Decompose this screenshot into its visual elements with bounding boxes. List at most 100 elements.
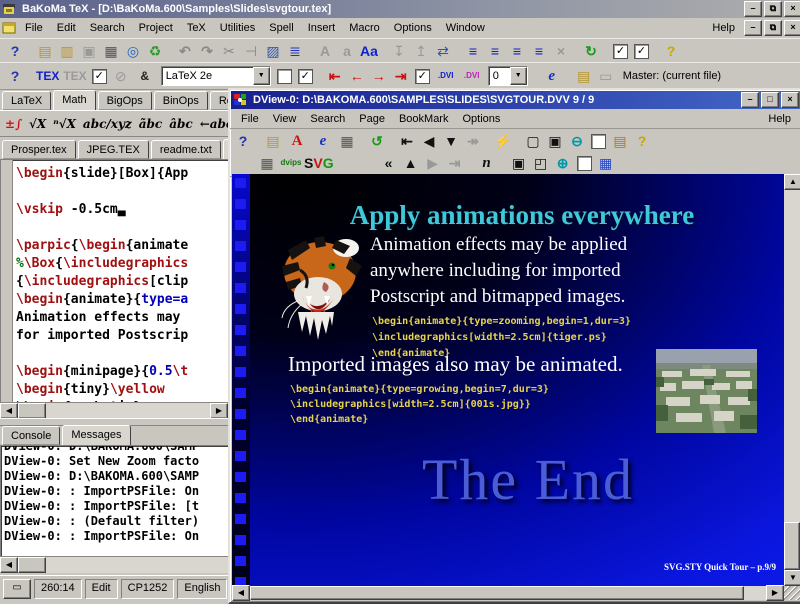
menu-help[interactable]: Help	[705, 20, 742, 36]
palette-bc-button[interactable]: ãbc	[139, 117, 162, 131]
browser-icon[interactable]: e	[539, 66, 565, 86]
open-file-icon[interactable]: ▤	[34, 41, 56, 61]
doc-minimize-button[interactable]: –	[744, 20, 762, 36]
tex-help-icon[interactable]: ?	[4, 66, 26, 86]
paste-icon[interactable]: ▨	[262, 41, 284, 61]
page-number-icon[interactable]: n	[474, 153, 500, 173]
v-back-icon[interactable]: ↺	[366, 131, 388, 151]
doc-anchor-icon[interactable]: ▤	[609, 131, 631, 151]
dvi-search-icon[interactable]: .DVI	[459, 66, 485, 86]
page-menu-icon[interactable]: ▼	[440, 131, 462, 151]
scroll-down-icon[interactable]: ▼	[784, 570, 800, 586]
menu-page[interactable]: Page	[352, 111, 392, 127]
editor[interactable]: \begin{slide}[Box]{App\vskip -0.5cm▃\par…	[0, 159, 230, 404]
page-corner-icon[interactable]: ◰	[530, 153, 552, 173]
scroll-right-icon[interactable]: ▶	[766, 585, 784, 601]
menu-file[interactable]: File	[234, 111, 266, 127]
tab-binops[interactable]: BinOps	[154, 91, 208, 110]
slide-next-icon[interactable]: ▶	[422, 153, 444, 173]
menu-bookmark[interactable]: BookMark	[392, 111, 456, 127]
page-frame-icon[interactable]: ▣	[544, 131, 566, 151]
tab-relops[interactable]: RelOps	[210, 91, 228, 110]
find-in-files-icon[interactable]: ◎	[122, 41, 144, 61]
zoom-out-icon[interactable]: ⊖	[566, 131, 588, 151]
page-fwd2-icon[interactable]: ↠	[462, 131, 484, 151]
align-center-icon[interactable]: ≡	[484, 41, 506, 61]
menu-options[interactable]: Options	[455, 111, 507, 127]
menu-project[interactable]: Project	[132, 20, 180, 36]
dvips-icon[interactable]: dvips	[278, 153, 304, 173]
menu-edit[interactable]: Edit	[50, 20, 83, 36]
lowercase-icon[interactable]: a	[336, 41, 358, 61]
option-1-checkbox[interactable]: ✓	[613, 44, 628, 59]
palette--button[interactable]: ±∫	[5, 117, 22, 131]
ampersand-icon[interactable]: &	[132, 66, 158, 86]
nav-next-icon[interactable]: →	[368, 66, 390, 86]
join-lines-icon[interactable]: ⊣	[240, 41, 262, 61]
uppercase-icon[interactable]: A	[314, 41, 336, 61]
undo-icon[interactable]: ↶	[174, 41, 196, 61]
tab-messages[interactable]: Messages	[62, 425, 130, 445]
nav-prev-icon[interactable]: ←	[346, 66, 368, 86]
resize-grip[interactable]	[784, 586, 800, 600]
align-right-icon[interactable]: ≡	[506, 41, 528, 61]
cancel-icon[interactable]: ×	[550, 41, 572, 61]
context-help-icon[interactable]: ?	[660, 41, 682, 61]
doc-restore-button[interactable]: ⧉	[764, 20, 782, 36]
flashlight-icon[interactable]: ⚡	[492, 131, 514, 151]
menu-insert[interactable]: Insert	[301, 20, 343, 36]
tab-bigops[interactable]: BigOps	[98, 91, 152, 110]
v-help-icon[interactable]: ?	[232, 131, 254, 151]
tex-stop-icon[interactable]: TEX	[61, 66, 88, 86]
menu-macro[interactable]: Macro	[342, 20, 387, 36]
minimize-button[interactable]: –	[744, 1, 762, 17]
scroll-left-icon[interactable]: ◀	[0, 557, 18, 573]
palette-abc-xyz-button[interactable]: abc/xyz	[83, 117, 132, 131]
menu-view[interactable]: View	[266, 111, 304, 127]
dvi-preview-icon[interactable]: .DVI	[433, 66, 459, 86]
editor-hscrollbar[interactable]: ◀ ▶	[0, 402, 228, 419]
document-window-icon[interactable]	[2, 22, 16, 34]
align-left-icon[interactable]: ≡	[462, 41, 484, 61]
auto-compile-checkbox[interactable]: ✓	[92, 69, 107, 84]
opt-b-checkbox[interactable]: ✓	[298, 69, 313, 84]
editor-hscroll-thumb[interactable]	[18, 403, 46, 419]
acrobat-icon[interactable]: A	[284, 131, 310, 151]
tab-prosper-tex[interactable]: Prosper.tex	[2, 140, 76, 159]
format-list-icon[interactable]: ≣	[284, 41, 306, 61]
slide-up-icon[interactable]: ▲	[400, 153, 422, 173]
option-2-checkbox[interactable]: ✓	[634, 44, 649, 59]
tab-math[interactable]: Math	[53, 90, 95, 110]
console-hscrollbar[interactable]: ◀	[0, 556, 228, 573]
move-down-icon[interactable]: ↧	[388, 41, 410, 61]
tab-readme-txt[interactable]: readme.txt	[151, 140, 221, 159]
move-up-icon[interactable]: ↥	[410, 41, 432, 61]
v-print-icon[interactable]: ▦	[256, 153, 278, 173]
menu-search[interactable]: Search	[83, 20, 132, 36]
menu-tex[interactable]: TeX	[180, 20, 213, 36]
print-icon[interactable]: ▦	[100, 41, 122, 61]
v-opt1-checkbox[interactable]	[591, 134, 606, 149]
forbid-icon[interactable]: ⊘	[110, 66, 132, 86]
doc-close-button[interactable]: ×	[784, 20, 800, 36]
v-open-icon[interactable]: ▤	[262, 131, 284, 151]
menu-file[interactable]: File	[18, 20, 50, 36]
viewer-menu-help[interactable]: Help	[761, 111, 798, 127]
svg-export-icon[interactable]: SVG	[304, 153, 334, 173]
open-copy-icon[interactable]: ▥	[56, 41, 78, 61]
scroll-up-icon[interactable]: ▲	[784, 174, 800, 190]
align-justify-icon[interactable]: ≡	[528, 41, 550, 61]
hscroll-thumb[interactable]	[250, 586, 744, 600]
restore-button[interactable]: ⧉	[764, 1, 782, 17]
viewer-minimize-button[interactable]: –	[741, 92, 759, 108]
menu-window[interactable]: Window	[439, 20, 492, 36]
v-opt2-checkbox[interactable]	[577, 156, 592, 171]
print-preview-icon[interactable]: ▦	[336, 131, 358, 151]
viewer-vscrollbar[interactable]: ▲ ▼	[784, 174, 800, 586]
format-dropdown-icon[interactable]: ▼	[253, 67, 270, 85]
menu-utilities[interactable]: Utilities	[213, 20, 262, 36]
capitalize-icon[interactable]: Aa	[358, 41, 380, 61]
menu-options[interactable]: Options	[387, 20, 439, 36]
format-select[interactable]: LaTeX 2e▼	[161, 66, 271, 86]
palette-bc-button[interactable]: âbc	[169, 117, 192, 131]
